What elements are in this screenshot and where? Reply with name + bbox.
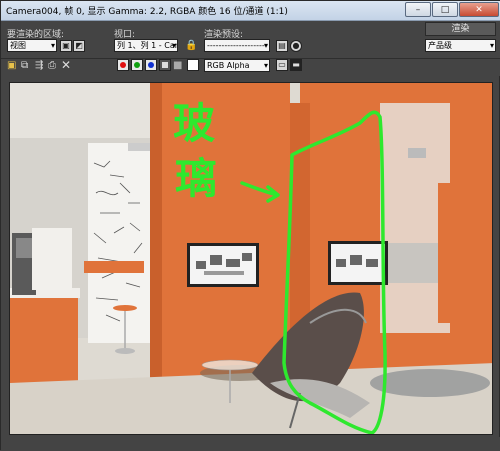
save-image-icon[interactable]: ▣ — [7, 60, 16, 72]
render-button[interactable]: 渲染 — [425, 22, 496, 36]
mono-icon[interactable]: ■ — [173, 60, 182, 72]
title-bar: Camera004, 帧 0, 显示 Gamma: 2.2, RGBA 颜色 1… — [1, 1, 500, 21]
overlay-icon: ▭ — [278, 60, 286, 69]
annotation-text-line2: 璃 — [175, 154, 217, 203]
edit-region-icon: ▣ — [62, 41, 70, 50]
green-channel-toggle[interactable] — [131, 59, 143, 71]
auto-region-icon: ◩ — [75, 41, 83, 50]
render-frame-window: Camera004, 帧 0, 显示 Gamma: 2.2, RGBA 颜色 1… — [0, 0, 500, 451]
quality-dropdown[interactable]: 产品级 — [425, 39, 496, 52]
window-title: Camera004, 帧 0, 显示 Gamma: 2.2, RGBA 颜色 1… — [6, 7, 288, 17]
toggle-ui-button[interactable]: ▬ — [290, 59, 302, 71]
color-swatch[interactable] — [187, 59, 199, 71]
close-button[interactable]: ✕ — [459, 2, 499, 17]
window-controls: – □ ✕ — [405, 2, 499, 17]
alpha-channel-toggle[interactable] — [159, 59, 171, 71]
viewport-dropdown[interactable]: 列 1、列 1 - Cam — [114, 39, 178, 52]
annotation-text-line1: 玻 — [173, 99, 215, 148]
gear-icon: ● — [292, 41, 300, 50]
maximize-button[interactable]: □ — [432, 2, 458, 17]
print-icon[interactable]: ⎙ — [48, 60, 56, 72]
channel-display-dropdown[interactable]: RGB Alpha — [204, 59, 270, 72]
blue-dot-icon — [148, 62, 154, 68]
red-channel-toggle[interactable] — [117, 59, 129, 71]
folder-icon: ▤ — [278, 41, 286, 50]
auto-region-button[interactable]: ◩ — [73, 40, 85, 52]
copy-image-icon[interactable]: ⧉ — [21, 60, 28, 72]
toggle-ui-overlay-button[interactable]: ▭ — [276, 59, 288, 71]
lock-icon[interactable]: 🔒 — [185, 40, 197, 52]
red-dot-icon — [120, 62, 126, 68]
clone-frame-icon[interactable]: ⇶ — [35, 60, 43, 72]
load-preset-button[interactable]: ▤ — [276, 40, 288, 52]
panel-icon: ▬ — [292, 60, 300, 69]
preset-dropdown[interactable]: --------------------- — [204, 39, 270, 52]
render-image: 玻 璃 — [10, 83, 492, 434]
area-dropdown[interactable]: 视图 — [7, 39, 57, 52]
green-dot-icon — [134, 62, 140, 68]
minimize-button[interactable]: – — [405, 2, 431, 17]
clear-icon[interactable]: ✕ — [61, 59, 71, 71]
edit-region-button[interactable]: ▣ — [60, 40, 72, 52]
alpha-icon — [162, 62, 168, 68]
rendered-image-viewport[interactable]: 玻 璃 — [9, 82, 493, 435]
blue-channel-toggle[interactable] — [145, 59, 157, 71]
save-preset-button[interactable]: ● — [290, 40, 302, 52]
status-bar — [1, 437, 500, 451]
